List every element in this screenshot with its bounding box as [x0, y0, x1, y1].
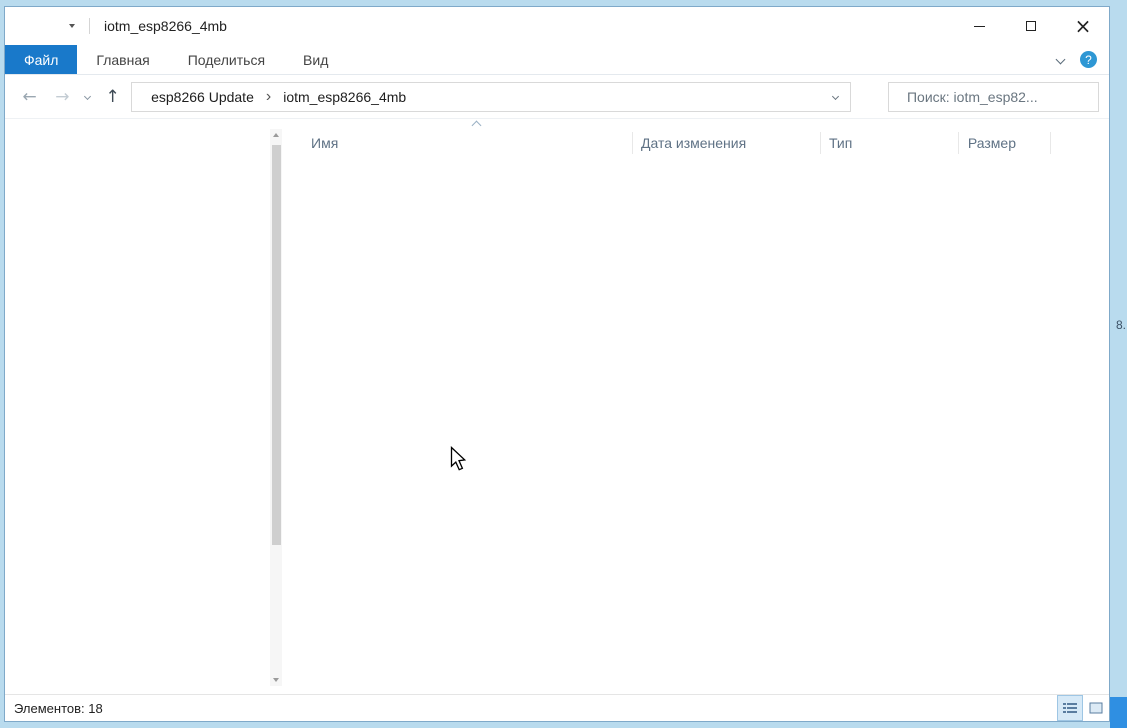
- breadcrumb-segment[interactable]: esp8266 Update: [146, 89, 259, 105]
- search-input[interactable]: [907, 89, 1088, 105]
- column-header-name[interactable]: Имя: [303, 132, 633, 154]
- breadcrumb-segment[interactable]: iotm_esp8266_4mb: [278, 89, 411, 105]
- scroll-down-icon[interactable]: [270, 674, 282, 686]
- quick-access-toolbar: [45, 24, 75, 28]
- help-button[interactable]: ?: [1080, 51, 1097, 68]
- thumbnail-view-button[interactable]: [1083, 695, 1109, 721]
- forward-button[interactable]: →: [48, 87, 77, 107]
- address-bar-row: ← → ↑ esp8266 Update › iotm_esp8266_4mb: [5, 75, 1109, 119]
- navigation-pane: [5, 119, 287, 694]
- column-header-type[interactable]: Тип: [821, 132, 959, 154]
- minimize-icon: [974, 26, 985, 27]
- address-bar[interactable]: esp8266 Update › iotm_esp8266_4mb: [131, 82, 851, 112]
- maximize-icon: [1026, 21, 1036, 31]
- desktop-blue-tile: [1110, 697, 1127, 728]
- scroll-up-icon[interactable]: [270, 129, 282, 141]
- qat-dropdown-icon[interactable]: [69, 24, 75, 28]
- tab-share[interactable]: Поделиться: [169, 45, 284, 74]
- scrollbar-thumb[interactable]: [272, 145, 281, 545]
- tab-view[interactable]: Вид: [284, 45, 347, 74]
- status-bar: Элементов: 18: [5, 694, 1109, 721]
- column-header-date-modified[interactable]: Дата изменения: [633, 132, 821, 154]
- search-box[interactable]: [888, 82, 1099, 112]
- tab-home[interactable]: Главная: [77, 45, 168, 74]
- mouse-cursor-icon: [450, 446, 469, 479]
- window-title: iotm_esp8266_4mb: [104, 18, 227, 34]
- expand-ribbon-chevron-icon[interactable]: [1056, 55, 1066, 65]
- column-header-size[interactable]: Размер: [959, 132, 1051, 154]
- titlebar-separator: [89, 18, 90, 34]
- thumbnail-view-icon: [1089, 702, 1103, 714]
- recent-locations-dropdown[interactable]: [81, 94, 94, 99]
- file-list-pane: Имя Дата изменения Тип Размер: [287, 119, 1109, 694]
- close-button[interactable]: ×: [1057, 7, 1109, 45]
- address-dropdown-icon[interactable]: [833, 94, 842, 99]
- minimize-button[interactable]: [953, 7, 1005, 45]
- tab-file[interactable]: Файл: [5, 45, 77, 74]
- up-button[interactable]: ↑: [98, 87, 127, 107]
- desktop-background: iotm_esp8266_4mb × Файл Главная Поделить…: [0, 0, 1127, 728]
- explorer-window: iotm_esp8266_4mb × Файл Главная Поделить…: [4, 6, 1110, 722]
- back-button[interactable]: ←: [15, 87, 44, 107]
- ribbon-tab-bar: Файл Главная Поделиться Вид ?: [5, 45, 1109, 75]
- sort-ascending-icon: [472, 121, 482, 131]
- title-bar: iotm_esp8266_4mb ×: [5, 7, 1109, 45]
- maximize-button[interactable]: [1005, 7, 1057, 45]
- breadcrumb-separator-icon[interactable]: ›: [263, 88, 274, 106]
- close-icon: ×: [1075, 16, 1092, 36]
- sidebar-scrollbar[interactable]: [270, 129, 282, 686]
- items-count: Элементов: 18: [14, 701, 103, 716]
- details-view-icon: [1063, 702, 1077, 714]
- desktop-icon-label-fragment: 8.: [1116, 318, 1126, 332]
- details-view-button[interactable]: [1057, 695, 1083, 721]
- column-header-row: Имя Дата изменения Тип Размер: [303, 127, 1109, 159]
